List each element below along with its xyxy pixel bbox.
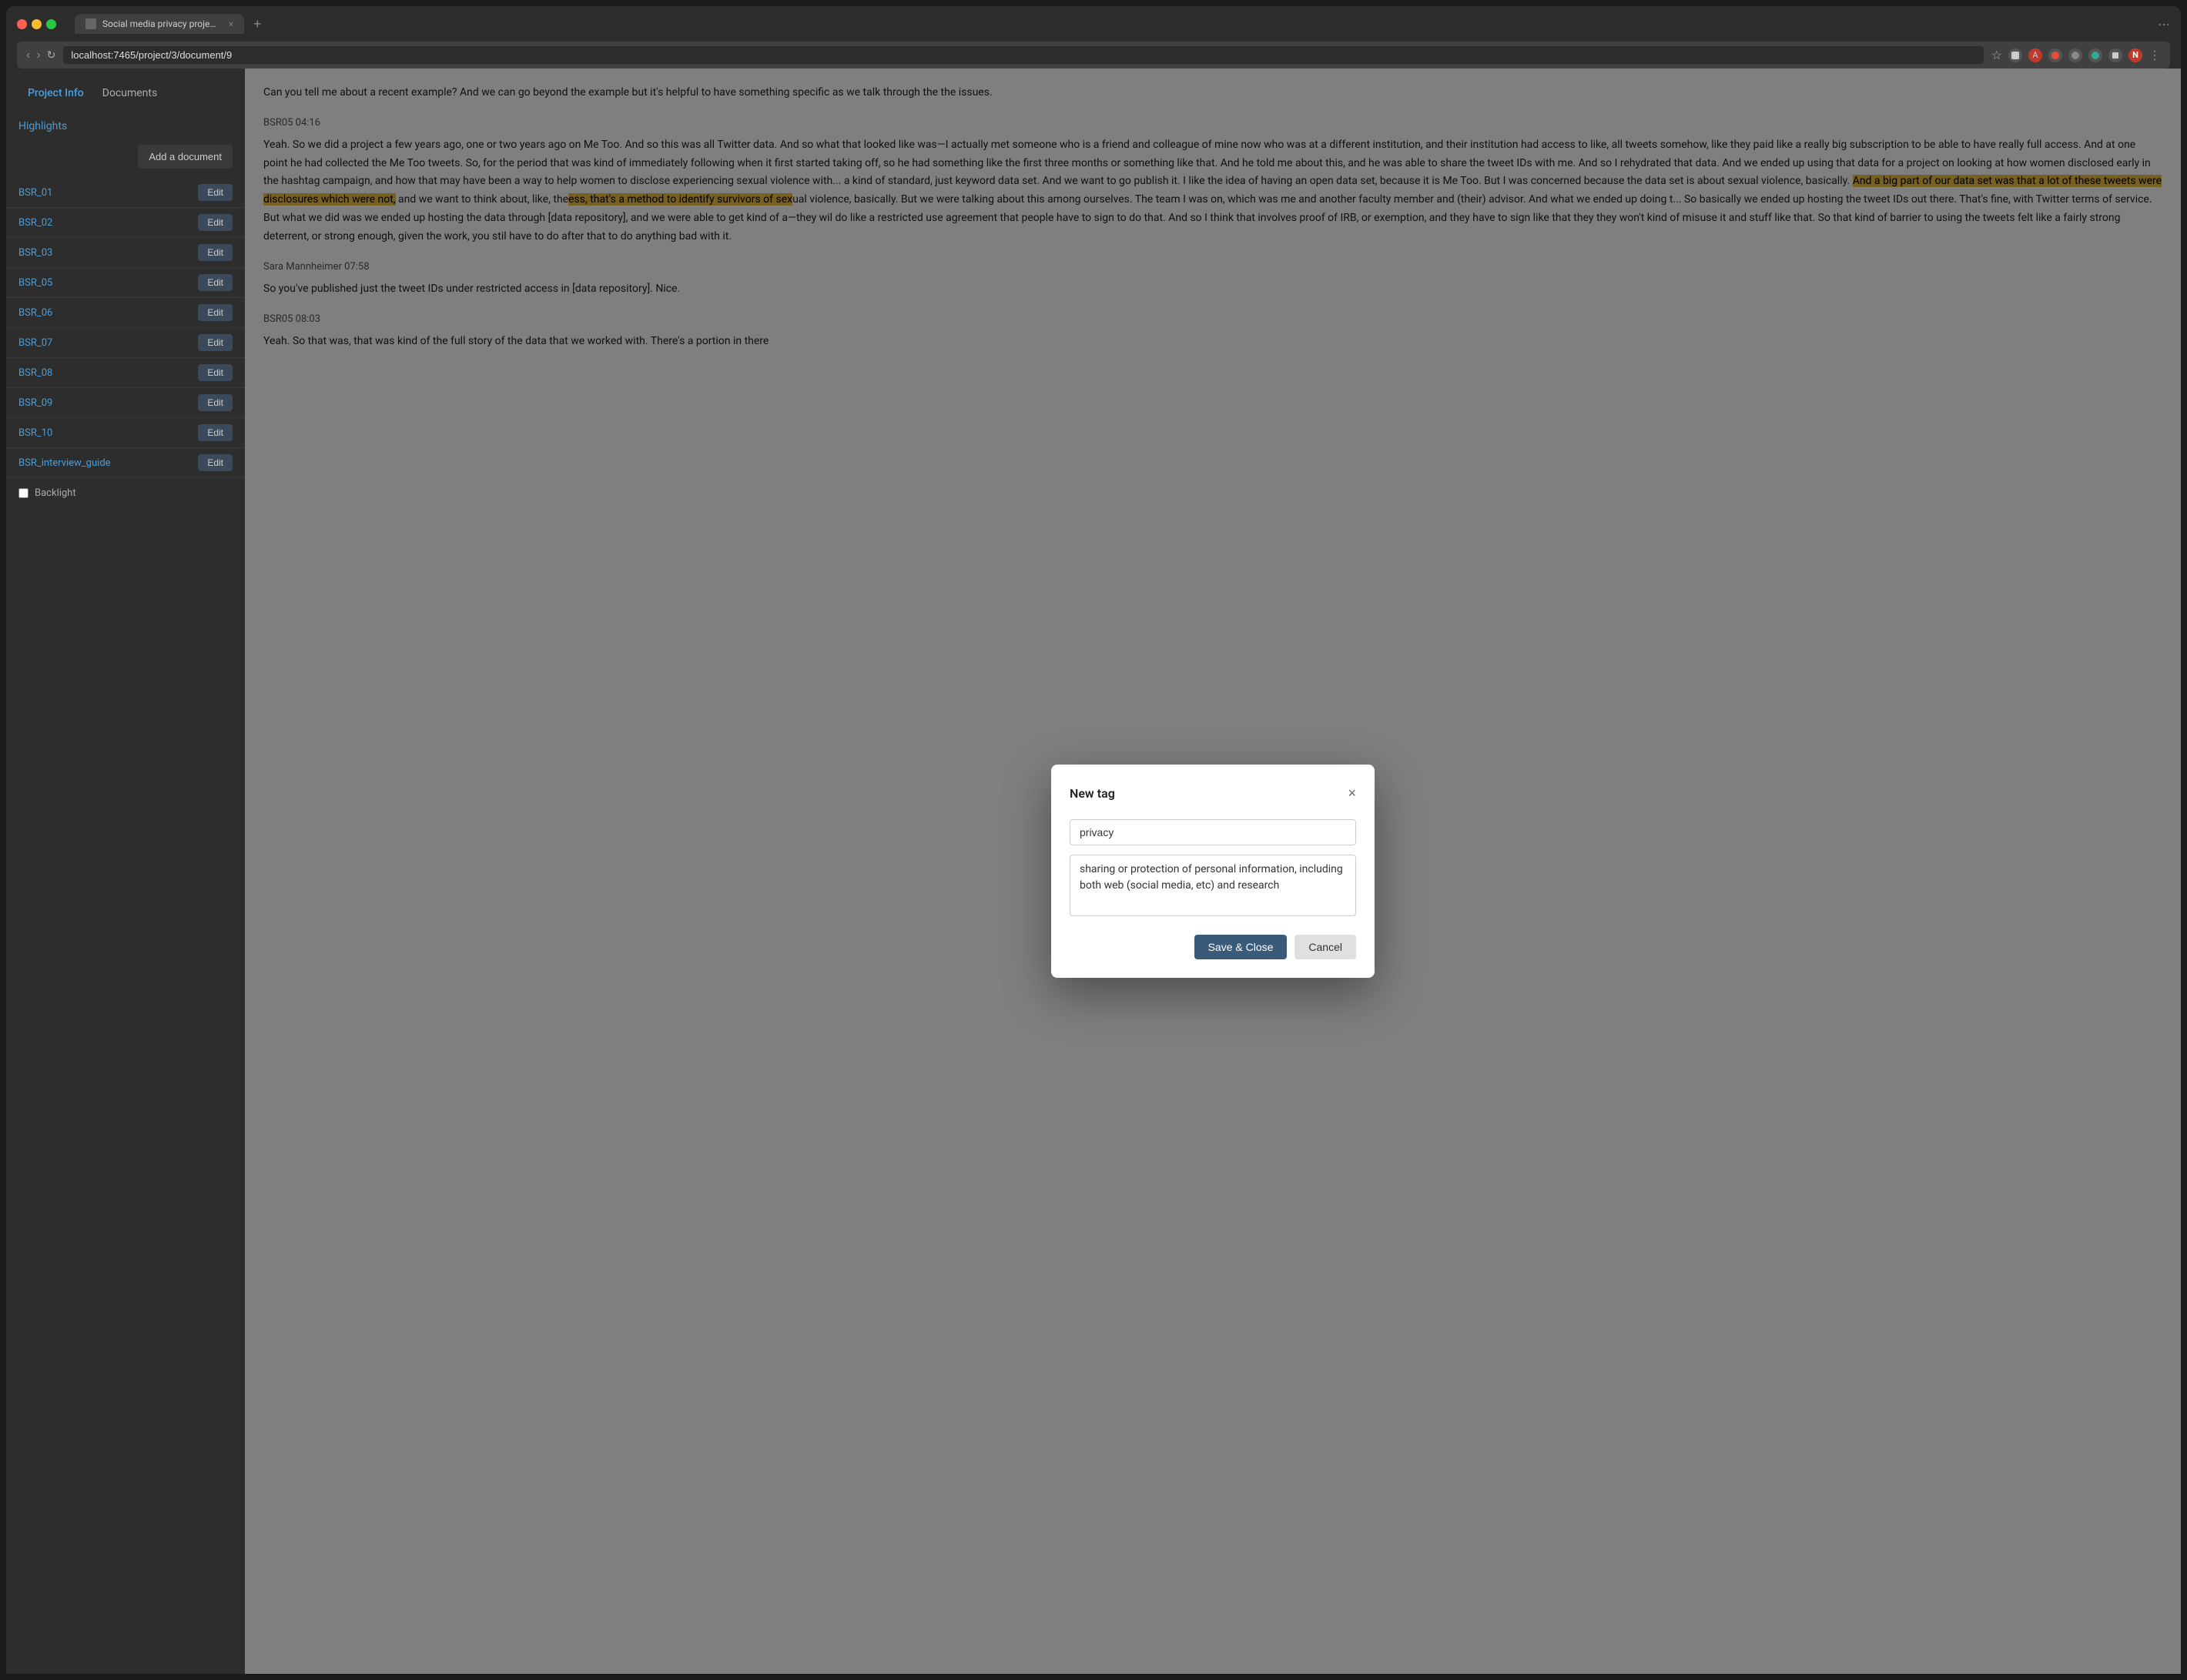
- document-name[interactable]: BSR_01: [18, 187, 52, 199]
- new-tab-button[interactable]: +: [247, 17, 268, 31]
- app-container: Project Info Documents Highlights Add a …: [6, 69, 2181, 1674]
- tag-description-input[interactable]: [1070, 855, 1356, 916]
- extension-icon-3[interactable]: [2048, 49, 2062, 62]
- extension-icon-5[interactable]: [2088, 49, 2102, 62]
- tab-bar: Social media privacy project | × +: [75, 14, 2152, 34]
- title-bar: Social media privacy project | × + ⋯: [17, 14, 2170, 34]
- highlights-link-container: Highlights: [6, 118, 245, 132]
- edit-document-button[interactable]: Edit: [198, 304, 233, 321]
- document-name[interactable]: BSR_09: [18, 397, 52, 409]
- highlights-link[interactable]: Highlights: [18, 120, 67, 132]
- document-list-item: BSR_01 Edit: [6, 178, 245, 208]
- active-tab[interactable]: Social media privacy project | ×: [75, 14, 244, 34]
- document-name[interactable]: BSR_06: [18, 307, 52, 319]
- document-name[interactable]: BSR_02: [18, 217, 52, 229]
- backlight-toggle[interactable]: Backlight: [6, 478, 245, 508]
- document-name[interactable]: BSR_03: [18, 247, 52, 259]
- sidebar-nav-project-info[interactable]: Project Info: [18, 81, 93, 105]
- document-name[interactable]: BSR_07: [18, 337, 52, 349]
- modal-actions: Save & Close Cancel: [1070, 935, 1356, 959]
- tab-favicon: [85, 18, 96, 29]
- tab-close-button[interactable]: ×: [229, 19, 233, 29]
- document-list-item: BSR_06 Edit: [6, 298, 245, 328]
- extension-icon-1[interactable]: [2008, 49, 2022, 62]
- document-list-item: BSR_interview_guide Edit: [6, 448, 245, 478]
- edit-document-button[interactable]: Edit: [198, 454, 233, 471]
- document-name[interactable]: BSR_interview_guide: [18, 457, 111, 469]
- edit-document-button[interactable]: Edit: [198, 424, 233, 441]
- document-list-item: BSR_02 Edit: [6, 208, 245, 238]
- document-name[interactable]: BSR_05: [18, 277, 52, 289]
- traffic-lights: [17, 19, 56, 29]
- new-tag-modal: New tag × Save & Close Cancel: [1051, 765, 1375, 979]
- close-window-button[interactable]: [17, 19, 27, 29]
- document-list: BSR_01 Edit BSR_02 Edit BSR_03 Edit BSR_…: [6, 178, 245, 478]
- bookmark-icon[interactable]: ☆: [1991, 48, 2002, 62]
- modal-header: New tag ×: [1070, 783, 1356, 804]
- document-list-item: BSR_05 Edit: [6, 268, 245, 298]
- edit-document-button[interactable]: Edit: [198, 244, 233, 261]
- sidebar-nav-documents[interactable]: Documents: [93, 81, 166, 105]
- maximize-window-button[interactable]: [46, 19, 56, 29]
- sidebar: Project Info Documents Highlights Add a …: [6, 69, 245, 1674]
- minimize-window-button[interactable]: [32, 19, 42, 29]
- edit-document-button[interactable]: Edit: [198, 334, 233, 351]
- cancel-button[interactable]: Cancel: [1294, 935, 1356, 959]
- edit-document-button[interactable]: Edit: [198, 184, 233, 201]
- document-list-item: BSR_09 Edit: [6, 388, 245, 418]
- modal-title: New tag: [1070, 783, 1115, 804]
- document-list-item: BSR_10 Edit: [6, 418, 245, 448]
- document-name[interactable]: BSR_08: [18, 367, 52, 379]
- browser-chrome: Social media privacy project | × + ⋯ ‹ ›…: [6, 6, 2181, 69]
- back-button[interactable]: ‹: [26, 49, 30, 62]
- extension-icon-4[interactable]: [2068, 49, 2082, 62]
- extension-icon-6[interactable]: [2108, 49, 2122, 62]
- modal-overlay[interactable]: New tag × Save & Close Cancel: [245, 69, 2181, 1674]
- forward-button[interactable]: ›: [36, 49, 40, 62]
- add-document-container: Add a document: [6, 145, 245, 169]
- browser-more-button[interactable]: ⋯: [2158, 17, 2170, 32]
- user-avatar[interactable]: N: [2128, 49, 2142, 62]
- main-content: Can you tell me about a recent example? …: [245, 69, 2181, 1674]
- edit-document-button[interactable]: Edit: [198, 394, 233, 411]
- nav-buttons: ‹ › ↻: [26, 49, 55, 62]
- edit-document-button[interactable]: Edit: [198, 214, 233, 231]
- save-close-button[interactable]: Save & Close: [1194, 935, 1288, 959]
- document-list-item: BSR_07 Edit: [6, 328, 245, 358]
- browser-menu-icon[interactable]: ⋮: [2148, 48, 2161, 62]
- modal-close-button[interactable]: ×: [1348, 786, 1356, 800]
- edit-document-button[interactable]: Edit: [198, 274, 233, 291]
- url-input[interactable]: [63, 46, 1983, 64]
- document-list-item: BSR_03 Edit: [6, 238, 245, 268]
- add-document-button[interactable]: Add a document: [138, 145, 233, 169]
- extension-icon-2[interactable]: A: [2028, 49, 2042, 62]
- backlight-label: Backlight: [35, 487, 76, 499]
- tag-name-input[interactable]: [1070, 819, 1356, 845]
- sidebar-nav: Project Info Documents: [6, 81, 245, 105]
- address-bar: ‹ › ↻ ☆ A N ⋮: [17, 42, 2170, 69]
- edit-document-button[interactable]: Edit: [198, 364, 233, 381]
- refresh-button[interactable]: ↻: [47, 49, 56, 62]
- toolbar-icons: ☆ A N ⋮: [1991, 48, 2161, 62]
- tab-title: Social media privacy project |: [102, 18, 219, 29]
- document-list-item: BSR_08 Edit: [6, 358, 245, 388]
- backlight-checkbox[interactable]: [18, 488, 28, 498]
- document-name[interactable]: BSR_10: [18, 427, 52, 439]
